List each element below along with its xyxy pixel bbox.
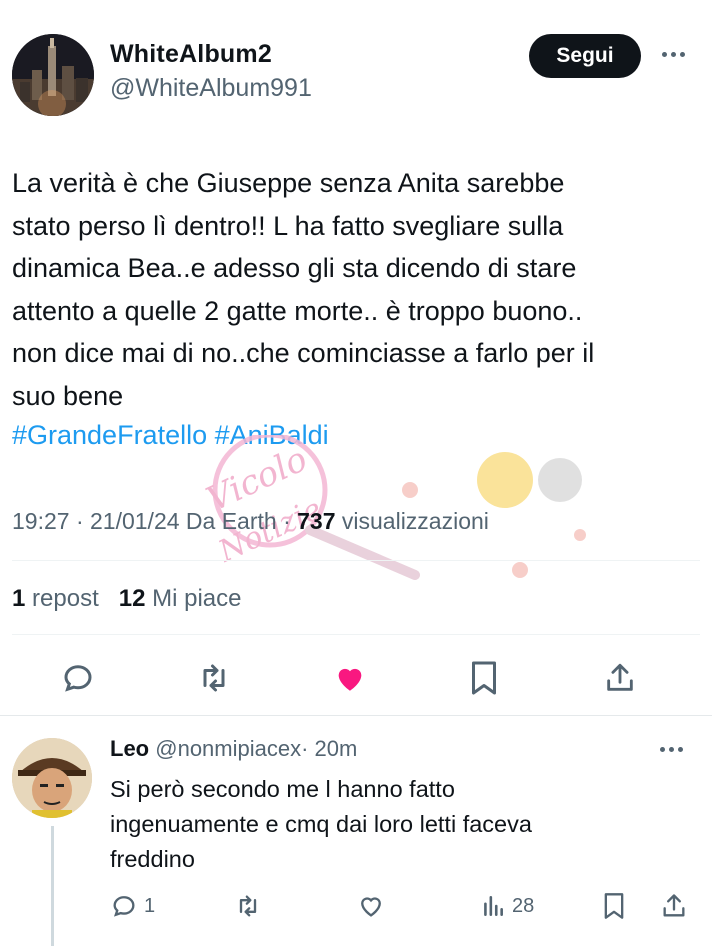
repost-icon[interactable] — [192, 656, 236, 700]
views-label: visualizzazioni — [341, 508, 489, 534]
reply-comment-button[interactable]: 1 — [110, 889, 155, 923]
thread-line — [51, 826, 54, 946]
repost-icon — [239, 895, 257, 917]
reply-bookmark-button[interactable] — [602, 889, 626, 923]
reply-like-button[interactable] — [356, 889, 386, 923]
reply-time[interactable]: · 20m — [301, 736, 357, 761]
tweet-hashtags[interactable]: #GrandeFratello #AniBaldi — [12, 420, 329, 451]
author-handle[interactable]: @WhiteAlbum991 — [110, 74, 312, 103]
author-name[interactable]: WhiteAlbum2 — [110, 40, 272, 69]
tweet-time[interactable]: 19:27 · 21/01/24 Da Earth · — [12, 508, 291, 534]
reply-icon — [113, 896, 135, 917]
bookmark-icon — [604, 893, 624, 919]
reply-icon[interactable] — [56, 656, 100, 700]
views-count: 737 — [297, 508, 336, 534]
tweet-meta: 19:27 · 21/01/24 Da Earth · 737 visualiz… — [12, 508, 489, 535]
divider — [12, 560, 700, 561]
reply-author-name[interactable]: Leo — [110, 736, 149, 761]
heart-icon — [361, 897, 381, 917]
more-options-icon[interactable] — [662, 44, 688, 64]
reposts-stat[interactable]: 1 repost — [12, 585, 99, 612]
share-icon[interactable] — [598, 656, 642, 700]
reply-repost-button[interactable] — [232, 889, 264, 923]
author-avatar[interactable] — [12, 34, 94, 116]
city-skyline-image — [12, 34, 94, 116]
reply-count: 1 — [144, 894, 156, 917]
views-chart-icon — [484, 896, 503, 916]
reply-text: Si però secondo me l hanno fatto ingenua… — [110, 776, 532, 872]
reply-views-count: 28 — [512, 894, 535, 917]
reply-views-button[interactable]: 28 — [480, 889, 534, 923]
likes-stat[interactable]: 12 Mi piace — [119, 585, 242, 612]
reply-avatar[interactable] — [12, 738, 92, 818]
reply-author-handle[interactable]: @nonmipiacex — [155, 736, 301, 761]
comic-character-image — [12, 738, 92, 818]
heart-filled-icon[interactable] — [328, 656, 372, 700]
bookmark-icon[interactable] — [462, 656, 506, 700]
reply-share-button[interactable] — [660, 889, 688, 923]
divider — [12, 634, 700, 635]
tweet-text: La verità è che Giuseppe senza Anita sar… — [12, 168, 595, 411]
reply-header: Leo @nonmipiacex· 20m — [110, 736, 357, 762]
tweet-stats: 1 repost 12 Mi piace — [12, 585, 242, 613]
follow-button[interactable]: Segui — [529, 34, 641, 78]
divider — [0, 715, 712, 716]
share-icon — [663, 894, 685, 917]
more-options-icon[interactable] — [660, 740, 684, 758]
